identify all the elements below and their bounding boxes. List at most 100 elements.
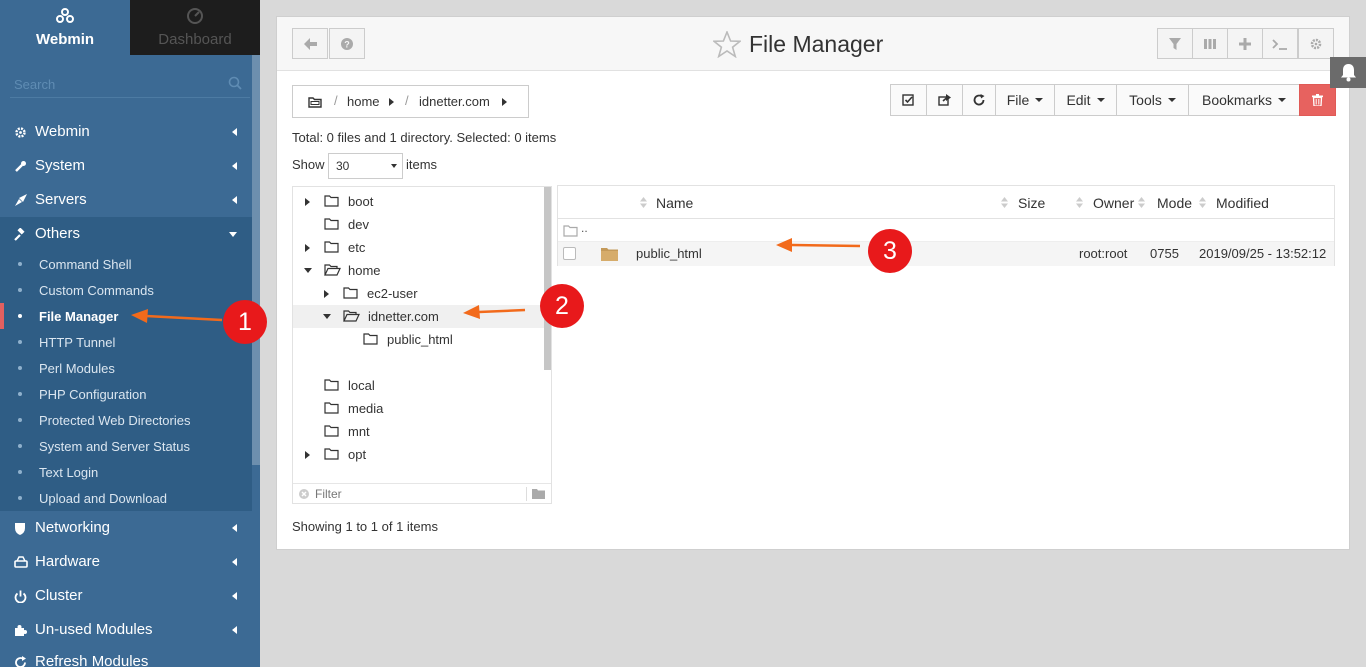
chevron-left-icon — [232, 524, 237, 532]
tree-node-etc[interactable]: etc — [293, 236, 545, 259]
delete-button[interactable] — [1299, 84, 1336, 116]
tree-node-ec2-user[interactable]: ec2-user — [293, 282, 545, 305]
folder-open-icon — [324, 264, 341, 276]
sort-icon[interactable] — [640, 197, 647, 208]
sidebar-item-custom-commands[interactable]: Custom Commands — [0, 277, 252, 303]
sort-icon[interactable] — [1199, 197, 1206, 208]
wrench-icon — [15, 161, 26, 172]
table-row[interactable]: public_html root:root 0755 2019/09/25 - … — [558, 242, 1334, 266]
file-manager-panel: ? File Manager / home / idnetter.com Fil… — [276, 16, 1350, 550]
breadcrumb-segment-home[interactable]: home — [347, 94, 380, 109]
tree-node-boot[interactable]: boot — [293, 190, 545, 213]
column-modified[interactable]: Modified — [1216, 195, 1269, 211]
caret-down-icon[interactable] — [304, 268, 312, 273]
caret-right-icon[interactable] — [324, 290, 329, 298]
share-button[interactable] — [926, 84, 963, 116]
settings-button[interactable] — [1298, 28, 1334, 59]
sort-icon[interactable] — [1076, 197, 1083, 208]
tree-filter-input[interactable] — [315, 486, 515, 502]
caret-down-icon — [1167, 98, 1176, 102]
tree-node-public-html[interactable]: public_html — [293, 328, 545, 351]
caret-right-icon[interactable] — [502, 98, 507, 106]
tools-menu-button[interactable]: Tools — [1116, 84, 1189, 116]
sidebar-group-networking[interactable]: Networking — [0, 511, 252, 545]
folder-filter-icon[interactable] — [532, 489, 545, 499]
caret-right-icon[interactable] — [389, 98, 394, 106]
add-button[interactable] — [1227, 28, 1263, 59]
sidebar-group-others[interactable]: Others — [0, 217, 252, 251]
sidebar-item-protected-web-directories[interactable]: Protected Web Directories — [0, 407, 252, 433]
sidebar-item-perl-modules[interactable]: Perl Modules — [0, 355, 252, 381]
parent-directory-row[interactable]: .. — [558, 220, 1334, 242]
folder-root-icon[interactable] — [308, 96, 323, 108]
filter-button[interactable] — [1157, 28, 1193, 59]
gear-icon — [1310, 38, 1322, 49]
sidebar-item-system-server-status[interactable]: System and Server Status — [0, 433, 252, 459]
tree-node-media[interactable]: media — [293, 397, 545, 420]
terminal-button[interactable] — [1262, 28, 1298, 59]
tab-webmin[interactable]: Webmin — [0, 0, 130, 55]
caret-down-icon[interactable] — [323, 314, 331, 319]
back-button[interactable] — [292, 28, 328, 59]
sidebar-item-text-login[interactable]: Text Login — [0, 459, 252, 485]
sidebar-group-webmin[interactable]: Webmin — [0, 115, 252, 149]
table-header: Name Size Owner Mode Modified — [558, 186, 1334, 219]
page-size-select[interactable]: 30 — [328, 153, 403, 179]
tree-node-label: opt — [348, 447, 367, 462]
edit-menu-button[interactable]: Edit — [1054, 84, 1117, 116]
sidebar-group-label: System — [35, 157, 86, 174]
folder-icon — [324, 218, 339, 230]
sidebar-group-hardware[interactable]: Hardware — [0, 545, 252, 579]
column-mode[interactable]: Mode — [1157, 195, 1192, 211]
clear-icon[interactable] — [299, 489, 309, 499]
caret-right-icon[interactable] — [305, 244, 310, 252]
tree-node-local[interactable]: local — [293, 374, 545, 397]
breadcrumb-segment-current[interactable]: idnetter.com — [419, 94, 490, 109]
row-checkbox[interactable] — [563, 247, 576, 260]
select-all-button[interactable] — [890, 84, 927, 116]
refresh-button[interactable] — [962, 84, 996, 116]
tree-node-mnt[interactable]: mnt — [293, 420, 545, 443]
sidebar-item-file-manager[interactable]: File Manager — [0, 303, 252, 329]
sidebar-item-http-tunnel[interactable]: HTTP Tunnel — [0, 329, 252, 355]
tree-node-dev[interactable]: dev — [293, 213, 545, 236]
notifications-button[interactable] — [1330, 57, 1366, 88]
search-icon[interactable] — [228, 76, 242, 90]
sidebar-scrollbar[interactable] — [252, 55, 260, 465]
column-name[interactable]: Name — [656, 195, 693, 211]
star-icon[interactable] — [713, 31, 741, 58]
file-menu-button[interactable]: File — [995, 84, 1055, 116]
tree-node-label: boot — [348, 194, 374, 209]
sidebar-item-label: HTTP Tunnel — [39, 335, 116, 350]
help-button[interactable]: ? — [329, 28, 365, 59]
sidebar-item-php-configuration[interactable]: PHP Configuration — [0, 381, 252, 407]
shield-icon — [15, 523, 25, 535]
sort-icon[interactable] — [1138, 197, 1145, 208]
bookmarks-menu-button[interactable]: Bookmarks — [1188, 84, 1300, 116]
sidebar-group-refresh-modules[interactable]: Refresh Modules — [0, 645, 252, 667]
sidebar-group-servers[interactable]: Servers — [0, 183, 252, 217]
file-name[interactable]: public_html — [636, 246, 702, 261]
sidebar-group-unused-modules[interactable]: Un-used Modules — [0, 613, 252, 647]
tree-node-opt[interactable]: opt — [293, 443, 545, 466]
chevron-down-icon — [229, 232, 237, 237]
caret-right-icon[interactable] — [305, 451, 310, 459]
sidebar-group-system[interactable]: System — [0, 149, 252, 183]
tree-node-home[interactable]: home — [293, 259, 545, 282]
columns-button[interactable] — [1192, 28, 1228, 59]
sidebar-search-input[interactable] — [10, 72, 210, 96]
sort-icon[interactable] — [1001, 197, 1008, 208]
trash-icon — [1312, 94, 1323, 106]
folder-open-icon — [343, 310, 360, 322]
sidebar-item-command-shell[interactable]: Command Shell — [0, 251, 252, 277]
select-all-icon — [902, 94, 914, 106]
sidebar-group-cluster[interactable]: Cluster — [0, 579, 252, 613]
caret-right-icon[interactable] — [305, 198, 310, 206]
tab-dashboard[interactable]: Dashboard — [130, 0, 260, 55]
bullet-icon — [18, 288, 22, 292]
tree-node-idnetter-com[interactable]: idnetter.com — [293, 305, 545, 328]
sidebar-item-upload-download[interactable]: Upload and Download — [0, 485, 252, 511]
column-size[interactable]: Size — [1018, 195, 1045, 211]
tree-scrollbar[interactable] — [544, 187, 551, 370]
column-owner[interactable]: Owner — [1093, 195, 1134, 211]
